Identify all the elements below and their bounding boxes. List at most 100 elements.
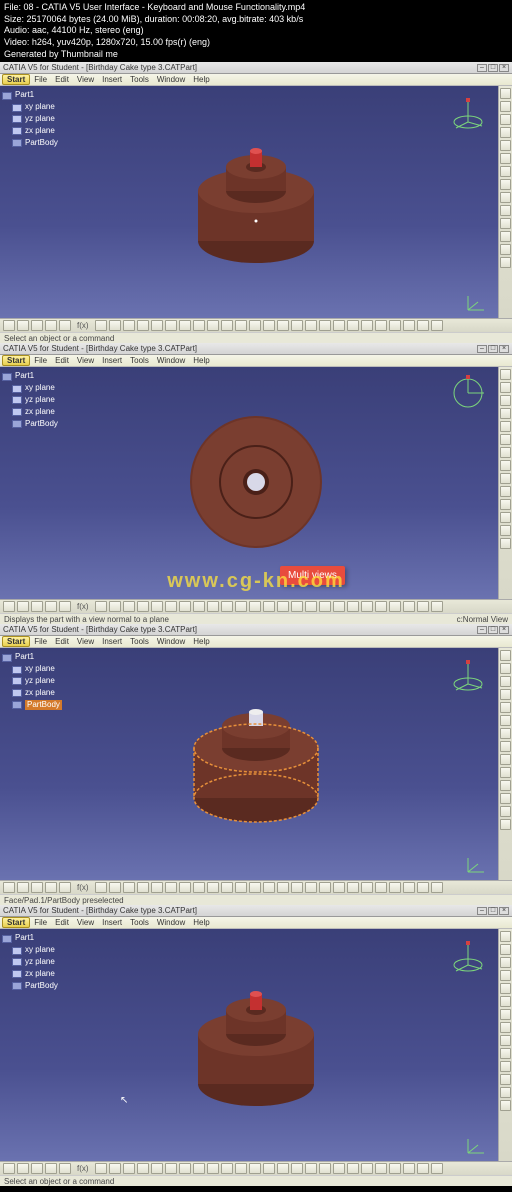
tool-button[interactable] (500, 819, 511, 830)
maximize-button[interactable]: □ (488, 907, 498, 915)
spec-tree[interactable]: Part1 xy plane yz plane zx plane PartBod… (2, 933, 58, 992)
tool-button[interactable] (500, 996, 511, 1007)
model-cake[interactable] (176, 964, 336, 1126)
menu-help[interactable]: Help (193, 637, 209, 646)
tool-button[interactable] (500, 447, 511, 458)
toolbar-button[interactable] (277, 1163, 289, 1174)
toolbar-button[interactable] (305, 1163, 317, 1174)
tool-button[interactable] (500, 153, 511, 164)
tool-button[interactable] (500, 101, 511, 112)
menu-tools[interactable]: Tools (130, 918, 149, 927)
tool-button[interactable] (500, 1087, 511, 1098)
toolbar-button[interactable] (179, 320, 191, 331)
menu-file[interactable]: File (34, 637, 47, 646)
toolbar-button[interactable] (249, 601, 261, 612)
toolbar-button[interactable] (333, 1163, 345, 1174)
tool-button[interactable] (500, 1022, 511, 1033)
model-cake-highlighted[interactable] (171, 688, 341, 840)
toolbar-button[interactable] (31, 320, 43, 331)
maximize-button[interactable]: □ (488, 345, 498, 353)
toolbar-button[interactable] (3, 882, 15, 893)
toolbar-button[interactable] (95, 1163, 107, 1174)
tool-button[interactable] (500, 205, 511, 216)
toolbar-button[interactable] (59, 882, 71, 893)
tree-yz[interactable]: yz plane (25, 676, 55, 687)
minimize-button[interactable]: – (477, 345, 487, 353)
tool-button[interactable] (500, 806, 511, 817)
tool-button[interactable] (500, 702, 511, 713)
toolbar-button[interactable] (151, 320, 163, 331)
tool-button[interactable] (500, 525, 511, 536)
close-button[interactable]: × (499, 626, 509, 634)
toolbar-button[interactable] (249, 320, 261, 331)
toolbar-button[interactable] (375, 882, 387, 893)
toolbar-button[interactable] (207, 1163, 219, 1174)
toolbar-button[interactable] (235, 320, 247, 331)
tree-zx[interactable]: zx plane (25, 407, 55, 418)
fx-button[interactable]: f(x) (73, 602, 93, 611)
viewport-3d[interactable]: Part1 xy plane yz plane zx plane PartBod… (0, 86, 512, 318)
tool-button[interactable] (500, 983, 511, 994)
tool-button[interactable] (500, 166, 511, 177)
toolbar-button[interactable] (45, 882, 57, 893)
toolbar-button[interactable] (3, 1163, 15, 1174)
tool-button[interactable] (500, 970, 511, 981)
toolbar-button[interactable] (305, 320, 317, 331)
menu-file[interactable]: File (34, 918, 47, 927)
toolbar-button[interactable] (109, 601, 121, 612)
minimize-button[interactable]: – (477, 64, 487, 72)
menu-window[interactable]: Window (157, 356, 185, 365)
fx-button[interactable]: f(x) (73, 1164, 93, 1173)
toolbar-button[interactable] (137, 882, 149, 893)
toolbar-button[interactable] (59, 1163, 71, 1174)
tool-button[interactable] (500, 127, 511, 138)
tool-button[interactable] (500, 395, 511, 406)
tool-button[interactable] (500, 434, 511, 445)
tool-button[interactable] (500, 754, 511, 765)
toolbar-button[interactable] (221, 320, 233, 331)
tool-button[interactable] (500, 728, 511, 739)
toolbar-button[interactable] (45, 601, 57, 612)
toolbar-button[interactable] (417, 1163, 429, 1174)
toolbar-button[interactable] (319, 320, 331, 331)
toolbar-button[interactable] (137, 320, 149, 331)
toolbar-button[interactable] (263, 1163, 275, 1174)
tree-zx[interactable]: zx plane (25, 688, 55, 699)
toolbar-button[interactable] (403, 601, 415, 612)
compass-icon[interactable] (448, 373, 488, 413)
model-cake-top[interactable] (176, 402, 336, 564)
toolbar-button[interactable] (109, 320, 121, 331)
tool-button[interactable] (500, 473, 511, 484)
toolbar-button[interactable] (389, 601, 401, 612)
menu-file[interactable]: File (34, 356, 47, 365)
toolbar-button[interactable] (193, 320, 205, 331)
menu-help[interactable]: Help (193, 356, 209, 365)
toolbar-button[interactable] (319, 882, 331, 893)
tool-button[interactable] (500, 114, 511, 125)
toolbar-button[interactable] (277, 882, 289, 893)
tree-zx[interactable]: zx plane (25, 969, 55, 980)
toolbar-button[interactable] (375, 601, 387, 612)
tree-body[interactable]: PartBody (25, 981, 58, 992)
tool-button[interactable] (500, 663, 511, 674)
toolbar-button[interactable] (361, 601, 373, 612)
menu-insert[interactable]: Insert (102, 637, 122, 646)
tool-button[interactable] (500, 140, 511, 151)
tool-button[interactable] (500, 767, 511, 778)
tool-button[interactable] (500, 192, 511, 203)
toolbar-button[interactable] (221, 882, 233, 893)
toolbar-button[interactable] (277, 601, 289, 612)
toolbar-button[interactable] (291, 320, 303, 331)
toolbar-button[interactable] (45, 320, 57, 331)
toolbar-button[interactable] (95, 882, 107, 893)
toolbar-button[interactable] (207, 882, 219, 893)
compass-icon[interactable] (448, 654, 488, 694)
viewport-3d[interactable]: Part1 xy plane yz plane zx plane PartBod… (0, 648, 512, 880)
tree-xy[interactable]: xy plane (25, 102, 55, 113)
menu-view[interactable]: View (77, 637, 94, 646)
minimize-button[interactable]: – (477, 626, 487, 634)
toolbar-button[interactable] (333, 882, 345, 893)
close-button[interactable]: × (499, 64, 509, 72)
toolbar-button[interactable] (31, 601, 43, 612)
viewport-3d[interactable]: Part1 xy plane yz plane zx plane PartBod… (0, 929, 512, 1161)
